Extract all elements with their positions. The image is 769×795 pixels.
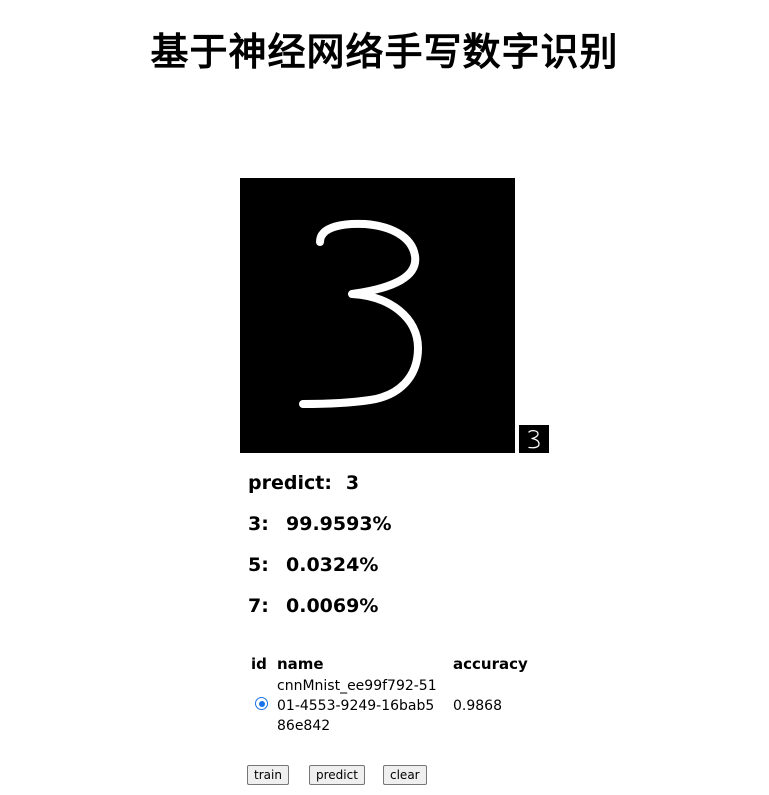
predict-button[interactable]: predict (309, 765, 365, 785)
probability-digit: 7: (248, 595, 269, 617)
page-title: 基于神经网络手写数字识别 (150, 30, 619, 74)
probability-row: 7: 0.0069% (248, 593, 378, 619)
header-name: name (277, 655, 324, 673)
predict-label: predict: (248, 472, 332, 494)
clear-button[interactable]: clear (383, 765, 427, 785)
model-name-cell: cnnMnist_ee99f792-5101-4553-9249-16bab58… (275, 676, 451, 736)
predict-value: 3 (345, 472, 360, 494)
model-radio-button[interactable] (255, 697, 268, 710)
app-page: 基于神经网络手写数字识别 predict: 3 3: 99.9593% 5: 0.03… (0, 0, 769, 795)
probability-value: 0.0324% (286, 554, 379, 576)
train-button[interactable]: train (247, 765, 289, 785)
model-select-cell (249, 676, 275, 736)
header-accuracy: accuracy (453, 655, 528, 673)
probability-row: 3: 99.9593% (248, 511, 392, 537)
drawing-canvas[interactable] (240, 178, 515, 453)
digit-thumbnail (519, 425, 549, 453)
probability-digit: 3: (248, 513, 269, 535)
predict-row: predict: 3 (248, 470, 359, 496)
table-row: cnnMnist_ee99f792-5101-4553-9249-16bab58… (249, 676, 530, 736)
model-table-header: id name accuracy (249, 655, 530, 676)
probability-digit: 5: (248, 554, 269, 576)
probability-value: 0.0069% (286, 595, 379, 617)
header-id: id (251, 655, 267, 673)
model-table: id name accuracy cnnMnist_ee99f792-5101-… (249, 655, 530, 736)
probability-value: 99.9593% (286, 513, 392, 535)
model-accuracy: 0.9868 (453, 698, 502, 714)
probability-row: 5: 0.0324% (248, 552, 378, 578)
handwritten-digit-stroke (299, 219, 422, 408)
model-name: cnnMnist_ee99f792-5101-4553-9249-16bab58… (277, 678, 437, 734)
